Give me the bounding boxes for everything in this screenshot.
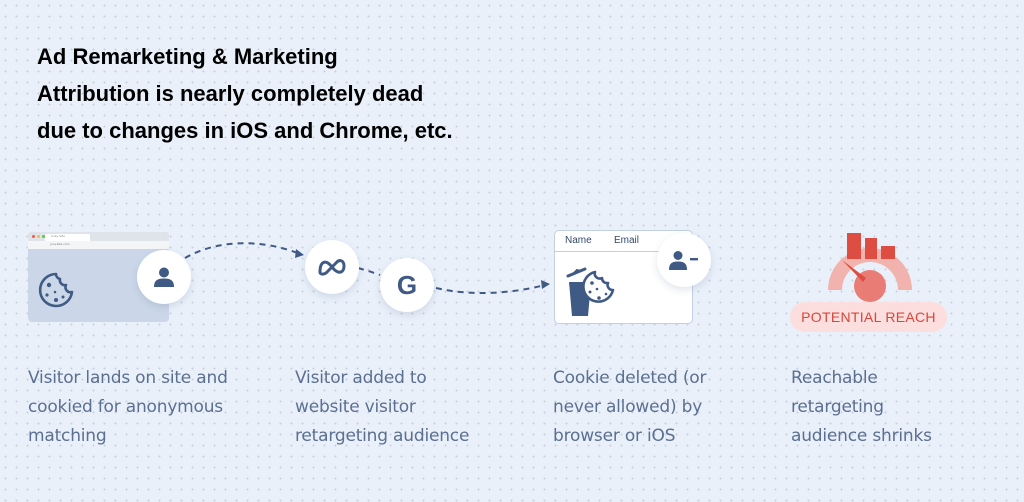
connector-1	[184, 242, 301, 259]
caption-line: retargeting	[791, 397, 884, 417]
google-logo-icon: G	[396, 269, 418, 300]
caption-line: cookied for anonymous	[28, 397, 223, 417]
caption-line: Visitor added to	[295, 368, 427, 388]
step-4-caption: Reachable retargeting audience shrinks	[791, 364, 932, 451]
column-header-email: Email	[614, 235, 640, 246]
potential-reach-pill: POTENTIAL REACH	[790, 302, 947, 332]
caption-line: audience shrinks	[791, 426, 932, 446]
arrowhead-1	[295, 249, 304, 258]
gauge-bar-1	[847, 233, 861, 259]
trash-cookie-icon	[566, 267, 615, 316]
caption-line: retargeting audience	[295, 426, 470, 446]
gauge-bar-3	[881, 246, 895, 259]
caption-line: website visitor	[295, 397, 416, 417]
gauge-bar-2	[865, 238, 877, 259]
arrowhead-3	[541, 280, 550, 289]
caption-line: Visitor lands on site and	[28, 368, 228, 388]
meta-logo-icon	[318, 259, 346, 276]
meta-badge	[305, 240, 359, 294]
step-3-caption: Cookie deleted (or never allowed) by bro…	[553, 364, 706, 451]
remove-user-badge	[657, 233, 711, 287]
caption-line: browser or iOS	[553, 426, 676, 446]
remove-user-icon	[669, 251, 698, 270]
gauge-chart-icon	[828, 233, 912, 302]
caption-line: never allowed) by	[553, 397, 703, 417]
caption-line: matching	[28, 426, 107, 446]
column-header-name: Name	[565, 235, 592, 246]
step-2-caption: Visitor added to website visitor retarge…	[295, 364, 469, 451]
caption-line: Cookie deleted (or	[553, 368, 707, 388]
connector-3	[435, 284, 546, 294]
connector-2	[357, 267, 381, 276]
step-1-caption: Visitor lands on site and cookied for an…	[28, 364, 228, 451]
google-badge: G	[380, 258, 434, 312]
caption-line: Reachable	[791, 368, 878, 388]
